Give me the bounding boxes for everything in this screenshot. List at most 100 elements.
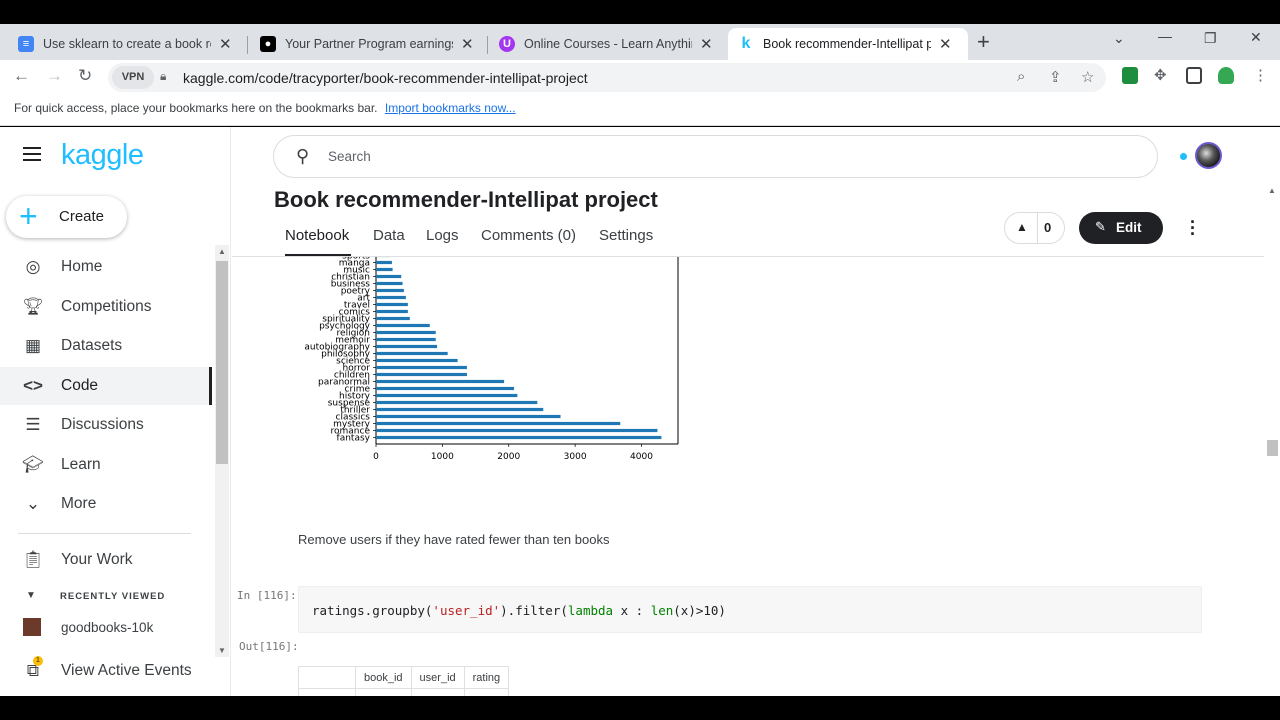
code-icon: <>	[23, 376, 43, 395]
bar-poetry	[376, 288, 404, 293]
sidebar-item-label: Code	[61, 377, 99, 394]
url-text[interactable]: kaggle.com/code/tracyporter/book-recomme…	[183, 70, 588, 86]
bar-thriller	[376, 407, 544, 412]
bar-art	[376, 295, 406, 300]
extensions-puzzle-icon[interactable]: ✥	[1154, 66, 1167, 84]
upvote-arrow-icon[interactable]: ▲	[1016, 220, 1028, 234]
tab-settings[interactable]: Settings	[599, 227, 653, 244]
discussion-icon: ☰	[25, 415, 41, 434]
code-token: (x)>10)	[673, 603, 726, 618]
sidebar-item-discussions[interactable]: ☰ Discussions	[0, 406, 212, 444]
close-tab-icon[interactable]: ✕	[461, 35, 474, 53]
tab-logs[interactable]: Logs	[426, 227, 459, 244]
bookmarks-hint: For quick access, place your bookmarks h…	[14, 101, 378, 115]
scrollbar-thumb[interactable]	[216, 261, 228, 464]
bar-travel	[376, 302, 408, 307]
sidebar-item-datasets[interactable]: ▦ Datasets	[0, 327, 212, 365]
browser-tab[interactable]: ≡ Use sklearn to create a book reco ✕	[8, 28, 244, 60]
compass-icon: ◎	[25, 257, 41, 276]
browser-tab-active[interactable]: k Book recommender-Intellipat pro ✕	[728, 28, 968, 60]
dataset-thumbnail-icon	[23, 618, 41, 636]
minimize-icon[interactable]: —	[1158, 28, 1172, 44]
bar-business	[376, 281, 403, 286]
forward-icon[interactable]: →	[46, 66, 63, 86]
more-options-icon[interactable]: · · ·	[1190, 213, 1196, 243]
bar-science	[376, 358, 458, 363]
vpn-badge[interactable]: VPN	[112, 66, 154, 89]
tab-notebook[interactable]: Notebook	[285, 227, 349, 244]
genre-bar-chart: fantasyromancemysteryclassicsthrillersus…	[304, 257, 679, 462]
close-tab-icon[interactable]: ✕	[939, 35, 952, 53]
recent-item[interactable]: goodbooks-10k	[0, 608, 212, 646]
scrollbar-thumb[interactable]	[1267, 440, 1278, 456]
browser-tab[interactable]: U Online Courses - Learn Anything ✕	[489, 28, 725, 60]
tab-data[interactable]: Data	[373, 227, 405, 244]
page-scrollbar[interactable]: ▲	[1264, 182, 1280, 696]
active-indicator	[209, 367, 212, 405]
close-tab-icon[interactable]: ✕	[219, 35, 232, 53]
menu-icon[interactable]	[23, 147, 41, 165]
avatar[interactable]	[1195, 142, 1222, 169]
chevron-down-icon: ⌄	[25, 494, 41, 513]
zoom-icon[interactable]: ⌕	[1017, 68, 1025, 85]
address-bar[interactable]: VPN 🔒︎ kaggle.com/code/tracyporter/book-…	[108, 63, 1106, 92]
table-row	[298, 688, 510, 696]
sidebar-scrollbar[interactable]: ▲ ▼	[215, 245, 229, 657]
edit-button[interactable]: ✎ Edit	[1079, 212, 1163, 244]
bar-comics	[376, 309, 408, 314]
bar-spirituality	[376, 316, 410, 321]
create-button[interactable]: + Create	[6, 196, 127, 238]
bar-fantasy	[376, 435, 662, 440]
sidebar-item-more[interactable]: ⌄ More	[0, 485, 212, 523]
browser-menu-icon[interactable]: ⋮	[1253, 66, 1268, 84]
sidebar-item-your-work[interactable]: 📋︎ Your Work	[0, 541, 212, 579]
lock-icon[interactable]: 🔒︎	[160, 69, 166, 84]
table-cell	[355, 688, 412, 696]
scroll-down-icon[interactable]: ▼	[218, 646, 226, 655]
reload-icon[interactable]: ↻	[78, 66, 92, 86]
kaggle-logo[interactable]: kaggle	[61, 139, 144, 172]
tab-comments[interactable]: Comments (0)	[481, 227, 576, 244]
scroll-up-icon[interactable]: ▲	[218, 247, 226, 256]
table-header: rating	[463, 666, 510, 689]
close-tab-icon[interactable]: ✕	[700, 35, 713, 53]
close-window-icon[interactable]: ✕	[1250, 29, 1262, 46]
code-line[interactable]: ratings.groupby('user_id').filter(lambda…	[312, 603, 726, 618]
code-cell[interactable]: ratings.groupby('user_id').filter(lambda…	[298, 586, 1202, 633]
browser-tab-strip: ≡ Use sklearn to create a book reco ✕ ● …	[0, 24, 1280, 60]
x-tick-label: 1000	[431, 452, 454, 462]
create-label: Create	[59, 208, 105, 225]
tab-title: Online Courses - Learn Anything	[524, 37, 692, 51]
sidebar-item-home[interactable]: ◎ Home	[0, 248, 212, 286]
collapse-arrow-icon[interactable]: ▼	[26, 590, 36, 601]
side-panel-icon[interactable]	[1186, 67, 1202, 84]
browser-tab[interactable]: ● Your Partner Program earnings ✕	[250, 28, 486, 60]
events-badge: 1	[33, 656, 43, 666]
bar-religion	[376, 330, 436, 335]
sidebar-item-learn[interactable]: 🎓︎ Learn	[0, 446, 212, 484]
search-bar[interactable]: ⚲ Search	[273, 135, 1158, 178]
sidebar-item-label: Competitions	[61, 298, 152, 315]
tab-search-icon[interactable]: ⌄	[1113, 30, 1125, 47]
bookmark-star-icon[interactable]: ☆	[1081, 68, 1094, 86]
scroll-up-icon[interactable]: ▲	[1268, 186, 1276, 195]
shield-icon[interactable]	[1218, 67, 1234, 84]
sidebar-item-competitions[interactable]: 🏆︎ Competitions	[0, 288, 212, 326]
restore-icon[interactable]: ❐	[1204, 30, 1217, 47]
screen: ≡ Use sklearn to create a book reco ✕ ● …	[0, 0, 1280, 720]
pencil-icon: ✎	[1095, 219, 1106, 234]
upvote-button[interactable]: ▲ 0	[1004, 212, 1065, 244]
extension-p-icon[interactable]	[1122, 67, 1138, 84]
sidebar-item-label: Home	[61, 258, 103, 275]
back-icon[interactable]: ←	[13, 66, 30, 86]
bar-classics	[376, 414, 561, 419]
code-builtin: len	[650, 603, 674, 618]
new-tab-icon[interactable]: +	[977, 29, 990, 55]
tab-title: Your Partner Program earnings	[285, 37, 453, 51]
table-index-header	[298, 666, 356, 689]
share-icon[interactable]: ⇪	[1049, 68, 1062, 86]
sidebar-item-code[interactable]: <> Code	[0, 367, 212, 405]
sidebar-item-active-events[interactable]: ⧉ 1 View Active Events	[0, 652, 212, 690]
import-bookmarks-link[interactable]: Import bookmarks now...	[385, 101, 516, 115]
bar-crime	[376, 386, 515, 391]
